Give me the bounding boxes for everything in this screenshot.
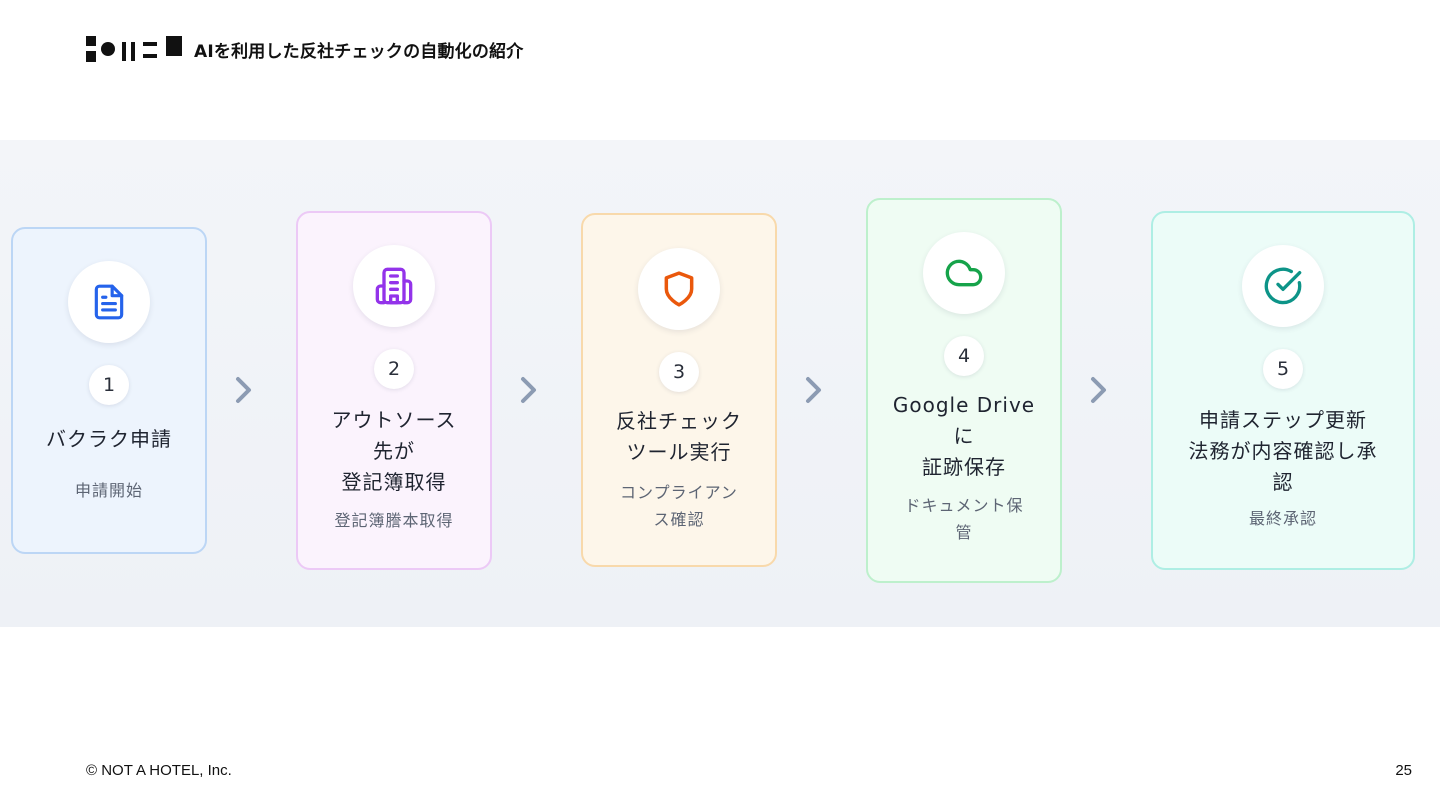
step-icon-circle xyxy=(353,245,435,327)
step-subtitle: ドキュメント保 管 xyxy=(904,496,1024,542)
step-title: Google Drive に 証跡保存 xyxy=(892,393,1036,479)
chevron-right-icon xyxy=(1091,377,1106,403)
step-card-3: 3 反社チェック ツール実行 コンプライアン ス確認 xyxy=(581,213,777,567)
step-number: 1 xyxy=(89,365,129,405)
step-number: 3 xyxy=(659,352,699,392)
step-number: 4 xyxy=(944,336,984,376)
chevron-right-icon xyxy=(236,377,251,403)
slide-title: AIを利用した反社チェックの自動化の紹介 xyxy=(194,41,524,62)
step-number: 2 xyxy=(374,349,414,389)
document-icon xyxy=(94,284,124,320)
step-card-2: 2 アウトソース 先が 登記簿取得 登記簿謄本取得 xyxy=(296,211,492,570)
page-number: 25 xyxy=(1395,762,1412,779)
chevron-right-icon xyxy=(806,377,821,403)
step-icon-circle xyxy=(638,248,720,330)
step-card-5: 5 申請ステップ更新 法務が内容確認し承 認 最終承認 xyxy=(1151,211,1415,570)
step-icon-circle xyxy=(68,261,150,343)
slide-header: AIを利用した反社チェックの自動化の紹介 xyxy=(86,36,523,62)
step-title: 申請ステップ更新 法務が内容確認し承 認 xyxy=(1188,408,1378,494)
step-number: 5 xyxy=(1263,349,1303,389)
shield-icon xyxy=(664,271,694,307)
step-icon-circle xyxy=(1242,245,1324,327)
footer-copyright: © NOT A HOTEL, Inc. xyxy=(86,762,232,779)
cloud-icon xyxy=(945,259,983,287)
step-subtitle: 登記簿謄本取得 xyxy=(334,511,454,530)
chevron-right-icon xyxy=(521,377,536,403)
step-card-4: 4 Google Drive に 証跡保存 ドキュメント保 管 xyxy=(866,198,1062,583)
step-card-1: 1 バクラク申請 申請開始 xyxy=(11,227,207,554)
check-circle-icon xyxy=(1264,267,1302,305)
step-icon-circle xyxy=(923,232,1005,314)
step-subtitle: 最終承認 xyxy=(1248,509,1317,528)
step-subtitle: コンプライアン ス確認 xyxy=(620,483,738,529)
step-title: アウトソース 先が 登記簿取得 xyxy=(331,408,457,494)
step-subtitle: 申請開始 xyxy=(74,481,143,500)
step-title: 反社チェック ツール実行 xyxy=(616,409,742,464)
step-title: バクラク申請 xyxy=(46,427,172,451)
building-icon xyxy=(375,267,413,305)
not-a-hotel-logo-icon xyxy=(86,36,183,62)
